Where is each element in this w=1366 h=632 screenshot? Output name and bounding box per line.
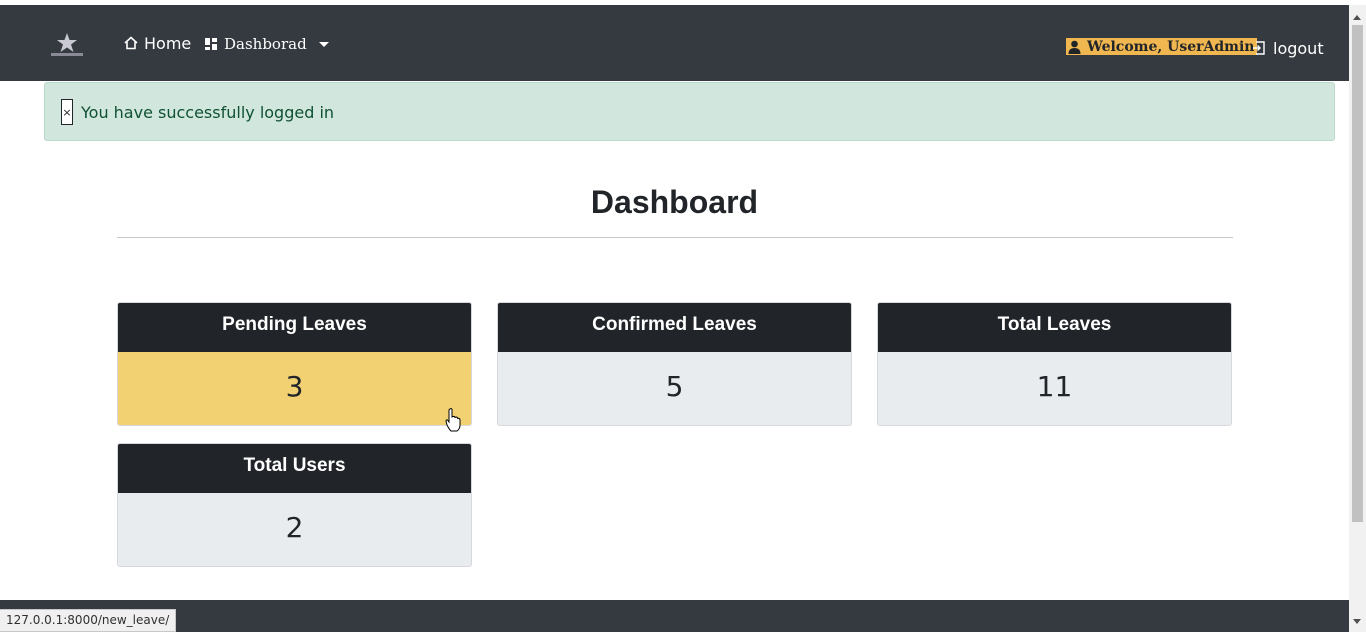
card-label: Pending Leaves <box>118 303 471 352</box>
scrollbar-thumb[interactable] <box>1352 25 1363 522</box>
welcome-badge: Welcome, UserAdmin <box>1066 38 1258 55</box>
card-confirmed-leaves[interactable]: Confirmed Leaves 5 <box>497 302 852 426</box>
nav-home-label: Home <box>144 33 192 53</box>
grid-icon <box>205 38 217 50</box>
footer-bar <box>0 600 1349 632</box>
status-bar-url: 127.0.0.1:8000/new_leave/ <box>0 609 177 632</box>
hand-cursor-icon <box>445 408 461 432</box>
scroll-down-arrow-icon[interactable] <box>1353 619 1361 624</box>
logout-label: logout <box>1273 38 1324 58</box>
chevron-down-icon <box>318 41 329 47</box>
scroll-up-arrow-icon[interactable] <box>1353 15 1361 20</box>
alert-message: You have successfully logged in <box>81 103 335 122</box>
nav-dashboard-dropdown[interactable]: Dashborad <box>205 33 329 55</box>
success-alert: × You have successfully logged in <box>44 82 1335 141</box>
home-icon <box>124 36 138 50</box>
alert-close-button[interactable]: × <box>61 99 73 125</box>
card-label: Total Leaves <box>878 303 1231 352</box>
logout-icon <box>1253 41 1265 55</box>
card-total-users[interactable]: Total Users 2 <box>117 443 472 567</box>
navbar: Home Dashborad Welcome, UserAdmin logout <box>0 5 1349 81</box>
card-value: 2 <box>285 511 304 544</box>
card-label: Confirmed Leaves <box>498 303 851 352</box>
vertical-scrollbar[interactable] <box>1349 5 1366 632</box>
card-pending-leaves[interactable]: Pending Leaves 3 <box>117 302 472 426</box>
card-value: 5 <box>665 370 684 403</box>
card-total-leaves[interactable]: Total Leaves 11 <box>877 302 1232 426</box>
user-icon <box>1068 40 1081 54</box>
logout-link[interactable]: logout <box>1252 38 1324 58</box>
welcome-label: Welcome, UserAdmin <box>1087 38 1255 55</box>
page-title: Dashboard <box>590 184 759 220</box>
nav-home-link[interactable]: Home <box>124 32 191 54</box>
brand-logo[interactable] <box>48 31 86 59</box>
card-value: 3 <box>118 352 471 425</box>
card-value: 11 <box>1036 370 1073 403</box>
title-divider <box>117 237 1233 238</box>
nav-dashboard-label: Dashborad <box>224 35 307 53</box>
card-label: Total Users <box>118 444 471 493</box>
